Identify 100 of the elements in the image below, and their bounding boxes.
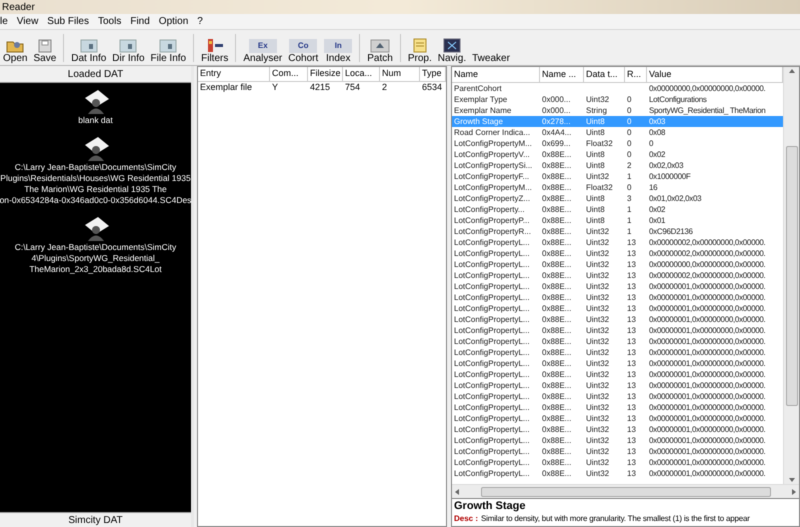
table-cell-text: LotConfigPropertyP...	[453, 215, 530, 226]
property-row[interactable]: LotConfigPropertyR... 0x88E... Uint32 1 0xC96D2136	[452, 226, 783, 237]
property-row[interactable]: Exemplar Name 0x000... String 0 SportyWG_Residential_ TheMarion	[452, 105, 783, 116]
menu-item[interactable]: le	[0, 14, 8, 29]
table-cell-text: LotConfigPropertySi...	[453, 160, 534, 171]
table-cell-text: Uint8	[585, 215, 606, 226]
vertical-scrollbar[interactable]	[783, 67, 799, 484]
property-row[interactable]: LotConfigPropertyM... 0x699... Float32 0 0	[452, 138, 783, 149]
property-row[interactable]: LotConfigPropertyL... 0x88E... Uint32 13 0x00000001,0x00000000,0x00000.	[452, 325, 783, 336]
property-row[interactable]: LotConfigPropertyL... 0x88E... Uint32 13 0x00000000,0x00000000,0x00000.	[452, 259, 783, 270]
table-cell-text: 0x00000000,0x00000000,0x00000.	[648, 83, 766, 94]
property-row[interactable]: LotConfigPropertyM... 0x88E... Float32 0 16	[452, 182, 783, 193]
property-row[interactable]: LotConfigPropertyL... 0x88E... Uint32 13 0x00000001,0x00000000,0x00000.	[452, 369, 783, 380]
menu-item[interactable]: Option	[158, 14, 188, 29]
property-row[interactable]: LotConfigPropertyL... 0x88E... Uint32 13 0x00000001,0x00000000,0x00000.	[452, 314, 783, 325]
column-header[interactable]: Loca...	[343, 67, 380, 81]
scroll-up-icon[interactable]	[788, 69, 794, 73]
file-label[interactable]: C:\Larry Jean-Baptiste\Documents\SimCity 4\Plugins\SportyWG_Residential_ TheMarion_2x3_20bada8d.SC4Lot	[14, 242, 176, 275]
table-cell-text: 0x00000001,0x00000000,0x00000.	[648, 435, 766, 446]
file-label[interactable]: blank dat	[78, 115, 113, 126]
menu-item[interactable]: Sub Files	[47, 14, 89, 29]
toolbar-button[interactable]: File Info	[148, 30, 190, 64]
column-header[interactable]: Name	[452, 67, 540, 82]
toolbar-button[interactable]: Open	[0, 30, 30, 64]
table-cell-text: 0x1000000F	[648, 171, 692, 182]
column-header[interactable]: R...	[625, 67, 647, 82]
table-cell-text: Uint32	[585, 347, 610, 358]
property-row[interactable]: LotConfigPropertyV... 0x88E... Uint8 0 0x02	[452, 149, 783, 160]
table-cell-text: 13	[626, 369, 637, 380]
toolbar-button[interactable]: Tweaker	[469, 30, 513, 64]
toolbar-button[interactable]: Dir Info	[109, 30, 148, 64]
property-row[interactable]: LotConfigPropertyL... 0x88E... Uint32 13 0x00000001,0x00000000,0x00000.	[452, 336, 783, 347]
table-cell-text: Uint32	[585, 303, 610, 314]
table-cell-text: Uint32	[585, 270, 610, 281]
table-cell-text: 13	[626, 325, 637, 336]
property-row[interactable]: LotConfigPropertyL... 0x88E... Uint32 13 0x00000001,0x00000000,0x00000.	[452, 380, 783, 391]
table-cell-text: 13	[626, 413, 637, 424]
property-row[interactable]: ParentCohort 0x00000000,0x00000000,0x00000.	[452, 83, 783, 94]
toolbar-button[interactable]: Co Cohort	[285, 30, 322, 64]
property-row[interactable]: LotConfigPropertyF... 0x88E... Uint32 1 0x1000000F	[452, 171, 783, 182]
property-row[interactable]: LotConfigPropertyL... 0x88E... Uint32 13 0x00000001,0x00000000,0x00000.	[452, 402, 783, 413]
table-cell-text: Uint32	[585, 391, 610, 402]
table-cell-text: Exemplar Type	[453, 94, 508, 105]
toolbar-button[interactable]: Filters	[198, 30, 232, 64]
table-cell-text: 0	[626, 94, 632, 105]
table-cell-text: 0x88E...	[541, 237, 572, 248]
property-row[interactable]: LotConfigPropertyL... 0x88E... Uint32 13 0x00000001,0x00000000,0x00000.	[452, 391, 783, 402]
property-row[interactable]: LotConfigPropertyL... 0x88E... Uint32 13 0x00000001,0x00000000,0x00000.	[452, 303, 783, 314]
property-row[interactable]: LotConfigPropertyL... 0x88E... Uint32 13 0x00000002,0x00000000,0x00000.	[452, 237, 783, 248]
table-cell-text: 0x88E...	[541, 226, 572, 237]
menu-item[interactable]: Tools	[98, 14, 122, 29]
property-row[interactable]: Road Corner Indica... 0x4A4... Uint8 0 0x08	[452, 127, 783, 138]
table-cell-text: 0xC96D2136	[648, 226, 694, 237]
table-cell-text: Uint32	[585, 248, 610, 259]
table-cell-text: 0x88E...	[541, 402, 572, 413]
scroll-thumb[interactable]	[480, 486, 770, 496]
table-cell-text: 13	[626, 347, 637, 358]
property-row[interactable]: LotConfigPropertyL... 0x88E... Uint32 13 0x00000001,0x00000000,0x00000.	[452, 468, 783, 479]
toolbar-button[interactable]: Save	[30, 30, 60, 64]
property-row[interactable]: LotConfigPropertyL... 0x88E... Uint32 13 0x00000001,0x00000000,0x00000.	[452, 281, 783, 292]
table-cell-text: Uint32	[585, 402, 610, 413]
toolbar-button[interactable]: In Index	[321, 30, 356, 64]
property-row[interactable]: LotConfigPropertyL... 0x88E... Uint32 13 0x00000002,0x00000000,0x00000.	[452, 248, 783, 259]
property-row[interactable]: LotConfigPropertyL... 0x88E... Uint32 13 0x00000002,0x00000000,0x00000.	[452, 270, 783, 281]
column-header[interactable]: Type	[420, 67, 446, 81]
menu-item[interactable]: ?	[197, 14, 203, 29]
property-row[interactable]: LotConfigPropertyL... 0x88E... Uint32 13 0x00000001,0x00000000,0x00000.	[452, 424, 783, 435]
file-label[interactable]: C:\Larry Jean-Baptiste\Documents\SimCity Plugins\Residentials\Houses\WG Residential 1935 The Marion\WG Residential 1935 The on-0x6534284a-0x346ad0c0-0x356d6044.SC4Des	[0, 162, 191, 206]
toolbar-button[interactable]: Prop.	[404, 30, 435, 64]
toolbar-button[interactable]: Navig.	[434, 30, 470, 64]
property-row[interactable]: LotConfigPropertyL... 0x88E... Uint32 13 0x00000001,0x00000000,0x00000.	[452, 457, 783, 468]
scroll-thumb[interactable]	[786, 146, 798, 406]
toolbar-button[interactable]: Dat Info	[68, 30, 110, 64]
column-header[interactable]: Data t...	[584, 67, 625, 82]
toolbar-button[interactable]: Ex Analyser	[240, 30, 286, 64]
menu-item[interactable]: View	[16, 14, 38, 29]
property-row[interactable]: LotConfigPropertyL... 0x88E... Uint32 13 0x00000001,0x00000000,0x00000.	[452, 446, 783, 457]
property-row[interactable]: Exemplar Type 0x000... Uint32 0 LotConfigurations	[452, 94, 783, 105]
table-cell-text: 0	[648, 138, 654, 149]
property-row[interactable]: LotConfigPropertyL... 0x88E... Uint32 13 0x00000001,0x00000000,0x00000.	[452, 347, 783, 358]
column-header[interactable]: Com...	[270, 67, 308, 81]
property-row[interactable]: LotConfigPropertyL... 0x88E... Uint32 13 0x00000001,0x00000000,0x00000.	[452, 413, 783, 424]
property-row[interactable]: LotConfigPropertySi... 0x88E... Uint8 2 0x02,0x03	[452, 160, 783, 171]
table-cell-text: 0x00000001,0x00000000,0x00000.	[648, 369, 766, 380]
property-row[interactable]: LotConfigPropertyL... 0x88E... Uint32 13 0x00000001,0x00000000,0x00000.	[452, 358, 783, 369]
toolbar-button[interactable]: Patch	[364, 30, 396, 64]
property-row[interactable]: LotConfigPropertyL... 0x88E... Uint32 13 0x00000001,0x00000000,0x00000.	[452, 292, 783, 303]
table-cell-text: LotConfigPropertyL...	[453, 325, 531, 336]
column-header[interactable]: Filesize	[308, 67, 343, 81]
property-row[interactable]: LotConfigPropertyP... 0x88E... Uint8 1 0x01	[452, 215, 783, 226]
property-row[interactable]: LotConfigPropertyL... 0x88E... Uint32 13 0x00000001,0x00000000,0x00000.	[452, 435, 783, 446]
table-cell-text: 0x00000001,0x00000000,0x00000.	[648, 446, 766, 457]
horizontal-scrollbar[interactable]	[452, 484, 799, 498]
table-cell-text: 0x4A4...	[541, 127, 572, 138]
column-header[interactable]: Num	[380, 67, 420, 81]
column-header[interactable]: Name ...	[540, 67, 584, 82]
property-row[interactable]: LotConfigPropertyZ... 0x88E... Uint8 3 0x01,0x02,0x03	[452, 193, 783, 204]
column-header[interactable]: Entry	[198, 67, 270, 81]
menu-item[interactable]: Find	[130, 14, 150, 29]
property-row[interactable]: LotConfigProperty... 0x88E... Uint8 1 0x02	[452, 204, 783, 215]
